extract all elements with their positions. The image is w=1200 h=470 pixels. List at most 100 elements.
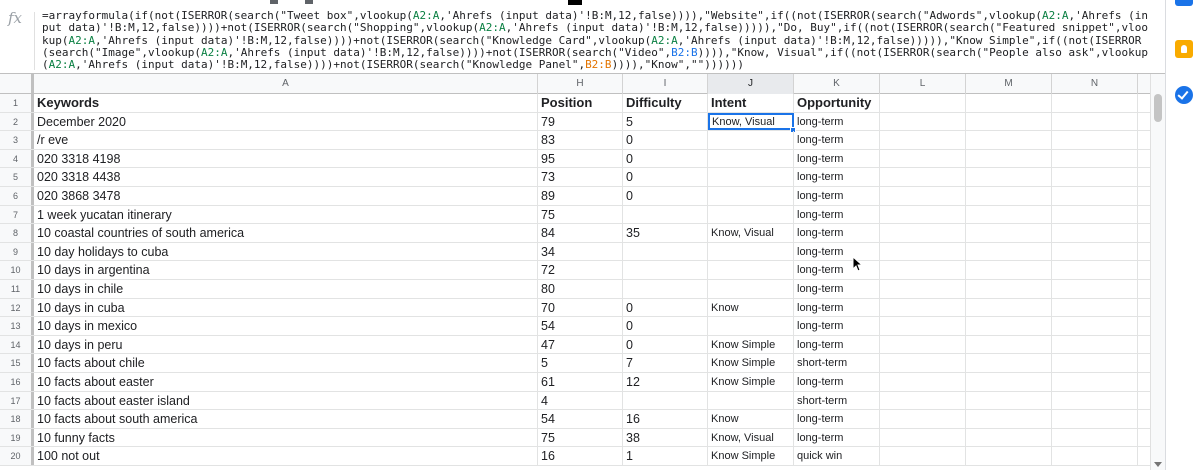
tasks-icon[interactable] (1175, 86, 1193, 104)
cell[interactable]: Difficulty (623, 94, 708, 112)
cell[interactable] (880, 335, 966, 354)
cell[interactable]: Know (708, 298, 794, 317)
cell[interactable]: long-term (794, 242, 880, 261)
calendar-icon[interactable] (1175, 0, 1193, 6)
cell[interactable]: 0 (623, 298, 708, 317)
cell[interactable]: long-term (794, 410, 880, 428)
cell[interactable]: 020 3868 3478 (34, 187, 538, 205)
row-number[interactable]: 1 (0, 94, 34, 112)
row-number[interactable]: 11 (0, 280, 34, 298)
active-cell[interactable]: Know, Visual (708, 112, 794, 131)
cell[interactable]: 10 facts about easter island (34, 391, 538, 410)
cell[interactable] (1052, 187, 1138, 205)
scrollbar-thumb[interactable] (1154, 94, 1162, 122)
cell[interactable]: Intent (708, 94, 794, 112)
cell[interactable] (1052, 335, 1138, 354)
cell[interactable] (623, 280, 708, 298)
column-header-a[interactable]: A (34, 74, 538, 94)
row-number[interactable]: 20 (0, 447, 34, 465)
cell[interactable] (1052, 94, 1138, 112)
cell[interactable]: 0 (623, 187, 708, 205)
cell[interactable]: 89 (538, 187, 623, 205)
cell[interactable] (1052, 205, 1138, 224)
cell[interactable] (708, 131, 794, 149)
cell[interactable]: short-term (794, 391, 880, 410)
cell[interactable]: Know Simple (708, 373, 794, 391)
toolbar-icon[interactable] (270, 0, 278, 4)
cell[interactable]: 12 (623, 373, 708, 391)
cell[interactable]: 54 (538, 410, 623, 428)
cell[interactable] (880, 187, 966, 205)
column-header-i[interactable]: I (623, 74, 708, 94)
cell[interactable]: 0 (623, 131, 708, 149)
cell[interactable]: long-term (794, 131, 880, 149)
cell[interactable]: Know, Visual (708, 224, 794, 242)
cell[interactable]: 47 (538, 335, 623, 354)
row-number[interactable]: 15 (0, 354, 34, 372)
cell[interactable] (1052, 280, 1138, 298)
column-header-m[interactable]: M (966, 74, 1052, 94)
cell[interactable]: 5 (623, 112, 708, 131)
vertical-scrollbar[interactable] (1150, 74, 1165, 470)
cell[interactable]: 020 3318 4438 (34, 168, 538, 186)
cell[interactable]: Know Simple (708, 447, 794, 465)
cell[interactable] (880, 447, 966, 465)
cell[interactable]: 10 facts about south america (34, 410, 538, 428)
cell[interactable]: short-term (794, 354, 880, 372)
cell[interactable]: 79 (538, 112, 623, 131)
cell[interactable] (966, 205, 1052, 224)
cell[interactable] (880, 94, 966, 112)
cell[interactable] (966, 410, 1052, 428)
cell[interactable] (1052, 168, 1138, 186)
row-number[interactable]: 3 (0, 131, 34, 149)
column-header-k[interactable]: K (794, 74, 880, 94)
cell[interactable]: Know, Visual (708, 428, 794, 447)
cell[interactable] (880, 242, 966, 261)
cell[interactable] (880, 428, 966, 447)
cell[interactable] (1052, 354, 1138, 372)
cell[interactable] (966, 261, 1052, 279)
cell[interactable] (708, 187, 794, 205)
cell[interactable]: long-term (794, 373, 880, 391)
row-number[interactable]: 9 (0, 242, 34, 261)
cell[interactable]: 70 (538, 298, 623, 317)
column-header-j[interactable]: J (708, 74, 794, 94)
cell[interactable] (966, 131, 1052, 149)
cell[interactable] (880, 410, 966, 428)
cell[interactable] (880, 298, 966, 317)
cell[interactable] (708, 168, 794, 186)
cell[interactable] (966, 94, 1052, 112)
column-header-n[interactable]: N (1052, 74, 1138, 94)
cell[interactable] (880, 205, 966, 224)
cell[interactable]: 10 facts about chile (34, 354, 538, 372)
cell[interactable]: 95 (538, 149, 623, 168)
cell[interactable]: 10 days in cuba (34, 298, 538, 317)
cell[interactable] (708, 391, 794, 410)
cell[interactable] (623, 261, 708, 279)
cell[interactable]: /r eve (34, 131, 538, 149)
cell[interactable] (966, 149, 1052, 168)
cell[interactable] (1052, 447, 1138, 465)
text-color-icon[interactable] (568, 0, 582, 5)
cell[interactable]: 10 days in chile (34, 280, 538, 298)
cell[interactable] (966, 391, 1052, 410)
toolbar-icon[interactable] (305, 0, 313, 4)
cell[interactable] (708, 205, 794, 224)
cell[interactable]: quick win (794, 447, 880, 465)
cell[interactable]: long-term (794, 224, 880, 242)
cell[interactable]: 10 facts about easter (34, 373, 538, 391)
cell[interactable] (880, 354, 966, 372)
cell[interactable] (880, 261, 966, 279)
cell[interactable] (708, 280, 794, 298)
cell[interactable]: 4 (538, 391, 623, 410)
cell[interactable] (966, 280, 1052, 298)
cell[interactable]: 10 coastal countries of south america (34, 224, 538, 242)
row-number[interactable]: 12 (0, 298, 34, 317)
cell[interactable]: Know Simple (708, 354, 794, 372)
cell[interactable]: 020 3318 4198 (34, 149, 538, 168)
row-number[interactable]: 14 (0, 335, 34, 354)
cell[interactable]: long-term (794, 280, 880, 298)
cell[interactable] (880, 168, 966, 186)
row-number[interactable]: 8 (0, 224, 34, 242)
cell[interactable] (966, 187, 1052, 205)
